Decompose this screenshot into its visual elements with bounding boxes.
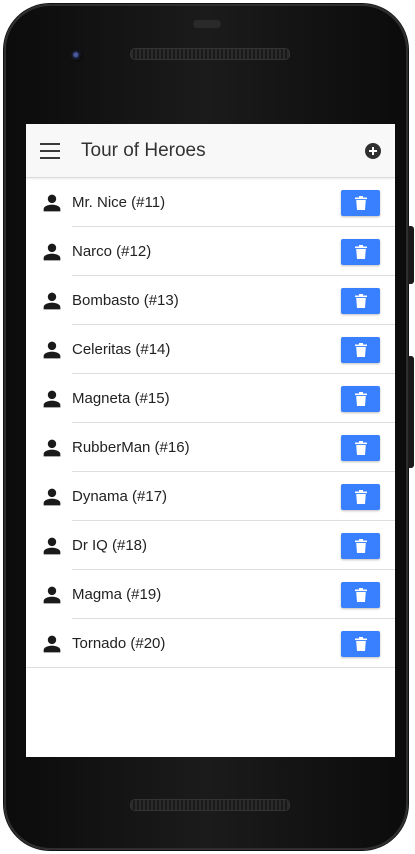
- hero-list: Mr. Nice (#11) Narco (#12) Bombasto (#13…: [26, 178, 395, 668]
- delete-hero-button[interactable]: [341, 581, 380, 608]
- hero-name: Narco (#12): [72, 243, 152, 260]
- person-icon: [43, 537, 61, 554]
- trash-icon: [354, 636, 367, 651]
- delete-hero-button[interactable]: [341, 532, 380, 559]
- add-circle-icon[interactable]: [365, 142, 381, 159]
- trash-icon: [354, 440, 367, 455]
- delete-hero-button[interactable]: [341, 238, 380, 265]
- person-icon: [43, 488, 61, 505]
- hero-list-item[interactable]: Narco (#12): [26, 227, 395, 276]
- hero-name: Magma (#19): [72, 586, 162, 603]
- delete-hero-button[interactable]: [341, 630, 380, 657]
- hero-list-item[interactable]: Magma (#19): [26, 570, 395, 619]
- hero-name: Celeritas (#14): [72, 341, 171, 358]
- page-title: Tour of Heroes: [81, 139, 206, 161]
- hero-list-item[interactable]: Tornado (#20): [26, 619, 395, 668]
- hero-list-item[interactable]: Dynama (#17): [26, 472, 395, 521]
- app-toolbar: Tour of Heroes: [26, 124, 395, 178]
- trash-icon: [354, 538, 367, 553]
- menu-icon[interactable]: [40, 142, 60, 159]
- hero-list-item[interactable]: Magneta (#15): [26, 374, 395, 423]
- person-icon: [43, 292, 61, 309]
- volume-button: [408, 356, 414, 468]
- hero-name: Dr IQ (#18): [72, 537, 148, 554]
- hero-list-item[interactable]: Mr. Nice (#11): [26, 178, 395, 227]
- app-screen: Tour of Heroes Mr. Nice (#11) Narco (#12…: [26, 124, 395, 757]
- person-icon: [43, 586, 61, 603]
- bottom-speaker-grille: [130, 799, 290, 811]
- phone-frame: Tour of Heroes Mr. Nice (#11) Narco (#12…: [4, 4, 414, 850]
- delete-hero-button[interactable]: [341, 287, 380, 314]
- person-icon: [43, 390, 61, 407]
- hero-list-item[interactable]: Bombasto (#13): [26, 276, 395, 325]
- delete-hero-button[interactable]: [341, 385, 380, 412]
- top-speaker-grille: [130, 48, 290, 60]
- trash-icon: [354, 195, 367, 210]
- hero-list-item[interactable]: Dr IQ (#18): [26, 521, 395, 570]
- delete-hero-button[interactable]: [341, 483, 380, 510]
- person-icon: [43, 194, 61, 211]
- hero-name: Bombasto (#13): [72, 292, 179, 309]
- trash-icon: [354, 342, 367, 357]
- trash-icon: [354, 587, 367, 602]
- delete-hero-button[interactable]: [341, 336, 380, 363]
- power-button: [408, 226, 414, 284]
- hero-list-item[interactable]: Celeritas (#14): [26, 325, 395, 374]
- person-icon: [43, 439, 61, 456]
- delete-hero-button[interactable]: [341, 434, 380, 461]
- hero-name: RubberMan (#16): [72, 439, 190, 456]
- trash-icon: [354, 489, 367, 504]
- earpiece: [193, 20, 221, 28]
- hero-name: Mr. Nice (#11): [72, 194, 166, 211]
- front-camera: [71, 50, 83, 62]
- delete-hero-button[interactable]: [341, 189, 380, 216]
- trash-icon: [354, 391, 367, 406]
- trash-icon: [354, 293, 367, 308]
- hero-list-item[interactable]: RubberMan (#16): [26, 423, 395, 472]
- person-icon: [43, 341, 61, 358]
- hero-name: Tornado (#20): [72, 635, 166, 652]
- hero-name: Magneta (#15): [72, 390, 170, 407]
- trash-icon: [354, 244, 367, 259]
- person-icon: [43, 635, 61, 652]
- hero-name: Dynama (#17): [72, 488, 168, 505]
- person-icon: [43, 243, 61, 260]
